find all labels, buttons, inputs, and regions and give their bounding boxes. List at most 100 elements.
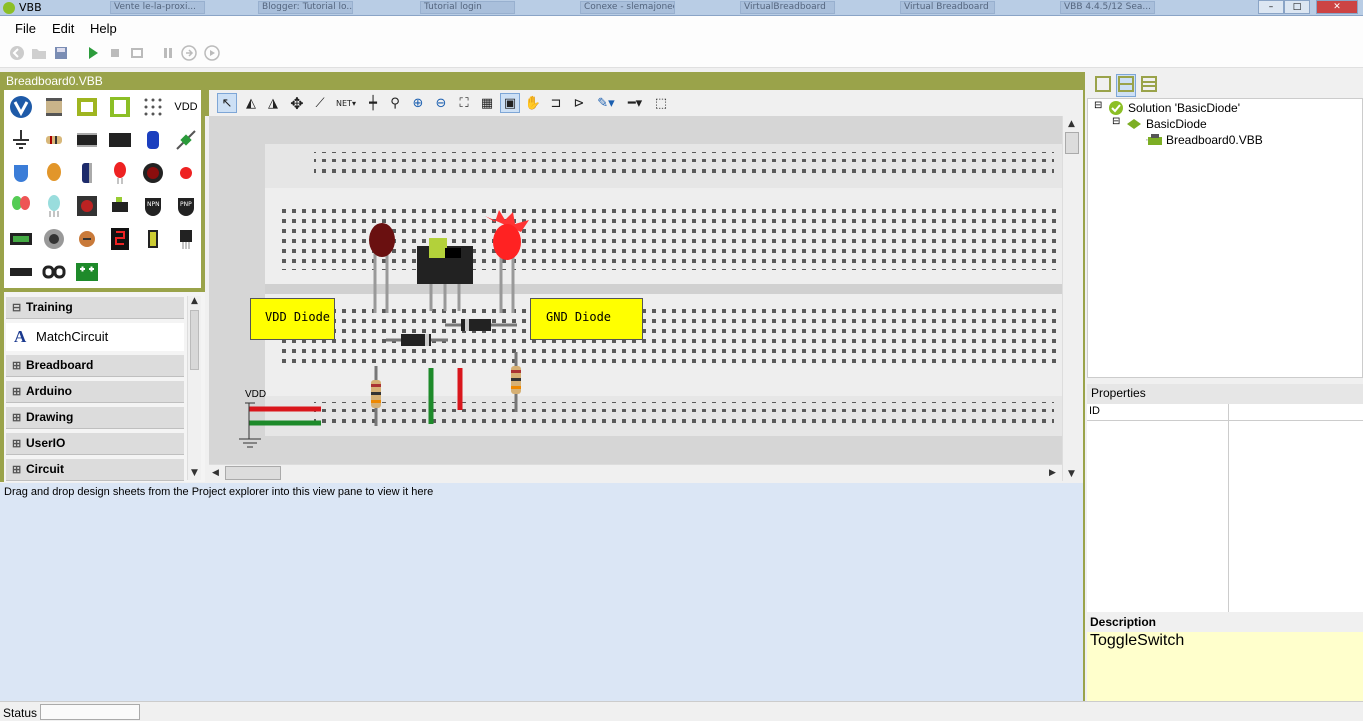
ic-icon[interactable]: [74, 127, 100, 153]
tree-file[interactable]: Breadboard0.VBB: [1166, 133, 1263, 147]
tree-project[interactable]: BasicDiode: [1146, 117, 1207, 131]
potentiometer-icon[interactable]: [41, 226, 67, 252]
categories-scrollbar[interactable]: ▲ ▼: [187, 296, 201, 480]
led-small-icon[interactable]: [173, 160, 199, 186]
led-multicolor-icon[interactable]: [8, 193, 34, 219]
category-circuit[interactable]: ⊞ Circuit: [6, 459, 184, 481]
push-button-icon[interactable]: [74, 193, 100, 219]
magnify-icon[interactable]: ⚲: [385, 93, 405, 113]
layout-rows-icon[interactable]: [1141, 76, 1157, 95]
scroll-right-icon[interactable]: ▶: [1049, 468, 1056, 478]
back-icon[interactable]: [9, 45, 25, 61]
zoom-fit-icon[interactable]: ⛶: [454, 93, 474, 113]
hand-icon[interactable]: ✋: [523, 93, 543, 113]
breadboard-green-icon[interactable]: [107, 94, 133, 120]
scroll-down-icon[interactable]: ▼: [1068, 469, 1075, 479]
run-icon[interactable]: [85, 45, 101, 61]
flip-v-icon[interactable]: ◮: [263, 93, 283, 113]
regulator-icon[interactable]: [173, 226, 199, 252]
port-in-icon[interactable]: ⊐: [546, 93, 566, 113]
category-userio[interactable]: ⊞ UserIO: [6, 433, 184, 455]
switch-icon[interactable]: [107, 193, 133, 219]
scroll-up-icon[interactable]: ▲: [1068, 119, 1075, 129]
npn-icon[interactable]: NPN: [140, 193, 166, 219]
canvas-vertical-scrollbar[interactable]: ▲ ▼: [1062, 116, 1081, 481]
trimmer-icon[interactable]: [74, 226, 100, 252]
terminal-green-icon[interactable]: [74, 259, 100, 285]
category-breadboard[interactable]: ⊞ Breadboard: [6, 355, 184, 377]
capacitor-orange-icon[interactable]: [41, 160, 67, 186]
lock-icon[interactable]: ▣: [500, 93, 520, 113]
open-folder-icon[interactable]: [31, 45, 47, 61]
select-box-icon[interactable]: ⬚: [651, 93, 671, 113]
document-tab[interactable]: Breadboard0.VBB: [0, 72, 1083, 90]
dot-grid-icon[interactable]: [140, 94, 166, 120]
scroll-left-icon[interactable]: ◀: [212, 468, 219, 478]
menu-file[interactable]: File: [15, 21, 36, 36]
step-icon[interactable]: [129, 45, 145, 61]
tree-solution[interactable]: Solution 'BasicDiode': [1128, 101, 1240, 115]
pen-icon[interactable]: ✎▾: [594, 93, 618, 113]
move-icon[interactable]: ✥: [287, 93, 307, 113]
led-rgb-icon[interactable]: [41, 193, 67, 219]
layout-single-icon[interactable]: [1095, 76, 1111, 95]
led-red-icon[interactable]: [107, 160, 133, 186]
net-icon[interactable]: NET ▾: [333, 93, 359, 113]
layout-split-icon[interactable]: [1116, 74, 1136, 97]
pause-icon[interactable]: [160, 45, 176, 61]
category-drawing[interactable]: ⊞ Drawing: [6, 407, 184, 429]
chip-icon[interactable]: [41, 94, 67, 120]
menu-help[interactable]: Help: [90, 21, 117, 36]
collapse-icon[interactable]: ⊟: [1094, 100, 1102, 111]
zoom-in-icon[interactable]: ⊕: [408, 93, 428, 113]
stop-icon[interactable]: [107, 45, 123, 61]
seven-segment-icon[interactable]: [107, 226, 133, 252]
junction-icon[interactable]: ┿: [363, 93, 383, 113]
ground-icon[interactable]: [8, 127, 34, 153]
resistor-icon[interactable]: [41, 127, 67, 153]
minimize-button[interactable]: –: [1258, 0, 1284, 14]
piezo-icon[interactable]: [8, 160, 34, 186]
category-arduino[interactable]: ⊞ Arduino: [6, 381, 184, 403]
pointer-icon[interactable]: ↖: [217, 93, 237, 113]
battery-icon[interactable]: [140, 226, 166, 252]
design-canvas[interactable]: VDD VDD Diode GND Diode: [209, 116, 1062, 464]
forward-icon[interactable]: [181, 45, 197, 61]
category-training[interactable]: ⊟ Training: [6, 297, 184, 319]
play-next-icon[interactable]: [204, 45, 220, 61]
scroll-thumb[interactable]: [225, 466, 281, 480]
ic-large-icon[interactable]: [107, 127, 133, 153]
port-out-icon[interactable]: ⊳: [569, 93, 589, 113]
save-icon[interactable]: [53, 45, 69, 61]
close-button[interactable]: ✕: [1316, 0, 1358, 14]
menu-edit[interactable]: Edit: [52, 21, 74, 36]
view-pane[interactable]: Drag and drop design sheets from the Pro…: [0, 483, 1083, 701]
connector-icon[interactable]: [41, 259, 67, 285]
button-big-icon[interactable]: [140, 160, 166, 186]
vbb-logo-icon[interactable]: [8, 94, 34, 120]
vdd-icon[interactable]: VDD: [173, 94, 199, 120]
training-item-matchcircuit[interactable]: A MatchCircuit: [6, 323, 184, 351]
canvas-horizontal-scrollbar[interactable]: ◀ ▶: [209, 464, 1062, 481]
flip-h-icon[interactable]: ◭: [241, 93, 261, 113]
label-vdd-diode[interactable]: VDD Diode: [250, 298, 335, 340]
scroll-up-icon[interactable]: ▲: [191, 296, 198, 306]
capacitor-blue-icon[interactable]: [140, 127, 166, 153]
collapse-icon[interactable]: ⊟: [1112, 116, 1120, 127]
wire-icon[interactable]: ⟋: [310, 93, 330, 113]
zoom-out-icon[interactable]: ⊖: [431, 93, 451, 113]
module-icon[interactable]: [8, 226, 34, 252]
pnp-icon[interactable]: PNP: [173, 193, 199, 219]
header-icon[interactable]: [8, 259, 34, 285]
label-gnd-diode[interactable]: GND Diode: [530, 298, 643, 340]
breadboard-circuit[interactable]: [209, 116, 1062, 464]
scroll-down-icon[interactable]: ▼: [191, 468, 198, 478]
scroll-thumb[interactable]: [1065, 132, 1079, 154]
diode-green-icon[interactable]: [173, 127, 199, 153]
board-icon[interactable]: [74, 94, 100, 120]
scroll-thumb[interactable]: [190, 310, 199, 370]
maximize-button[interactable]: □: [1284, 0, 1310, 14]
line-style-icon[interactable]: ━▾: [622, 93, 648, 113]
grid-icon[interactable]: ▦: [477, 93, 497, 113]
electrolytic-icon[interactable]: [74, 160, 100, 186]
